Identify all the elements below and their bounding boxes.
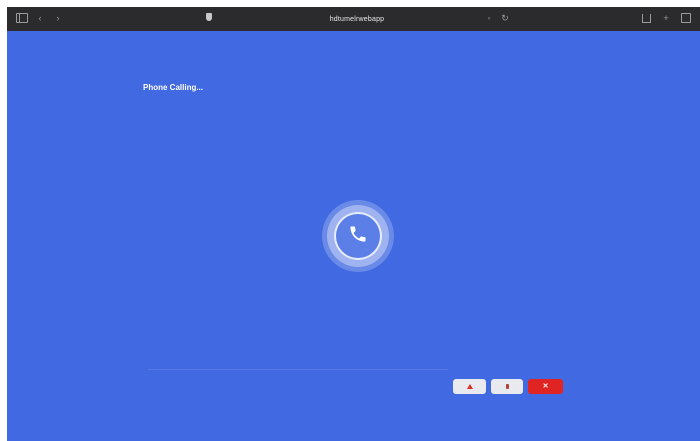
close-icon: ✕ [542,383,549,390]
back-icon[interactable]: ‹ [34,12,46,24]
translate-icon[interactable]: ◦ [483,12,495,24]
toolbar-right-group: + [640,12,692,24]
tabs-icon[interactable] [680,12,692,24]
address-text: hdtumelrwebapp [329,15,385,23]
forward-icon[interactable]: › [52,12,64,24]
call-status-text: Phone Calling... [143,83,204,92]
address-bar[interactable]: hdtumelrwebapp [307,13,407,25]
sidebar-icon[interactable] [16,12,28,24]
camera-button[interactable] [491,379,523,394]
camera-icon [505,384,509,389]
reload-icon[interactable]: ↻ [499,12,511,24]
hangup-button[interactable]: ✕ [528,379,563,394]
mute-button[interactable] [453,379,486,394]
call-indicator [322,200,394,272]
toolbar-left-group: ‹ › [16,12,64,24]
call-indicator-core [334,212,382,260]
window: ‹ › hdtumelrwebapp ◦ ↻ + Phone Calling..… [0,0,700,441]
new-tab-icon[interactable]: + [660,12,672,24]
shield-icon[interactable] [206,13,212,21]
call-controls: ✕ [453,379,563,394]
share-icon[interactable] [640,12,652,24]
mic-icon [466,384,473,389]
phone-icon [348,224,368,249]
divider [148,369,448,370]
browser-toolbar: ‹ › hdtumelrwebapp ◦ ↻ + [7,7,700,31]
call-indicator-ring [327,205,389,267]
address-actions: ◦ ↻ [483,12,511,24]
